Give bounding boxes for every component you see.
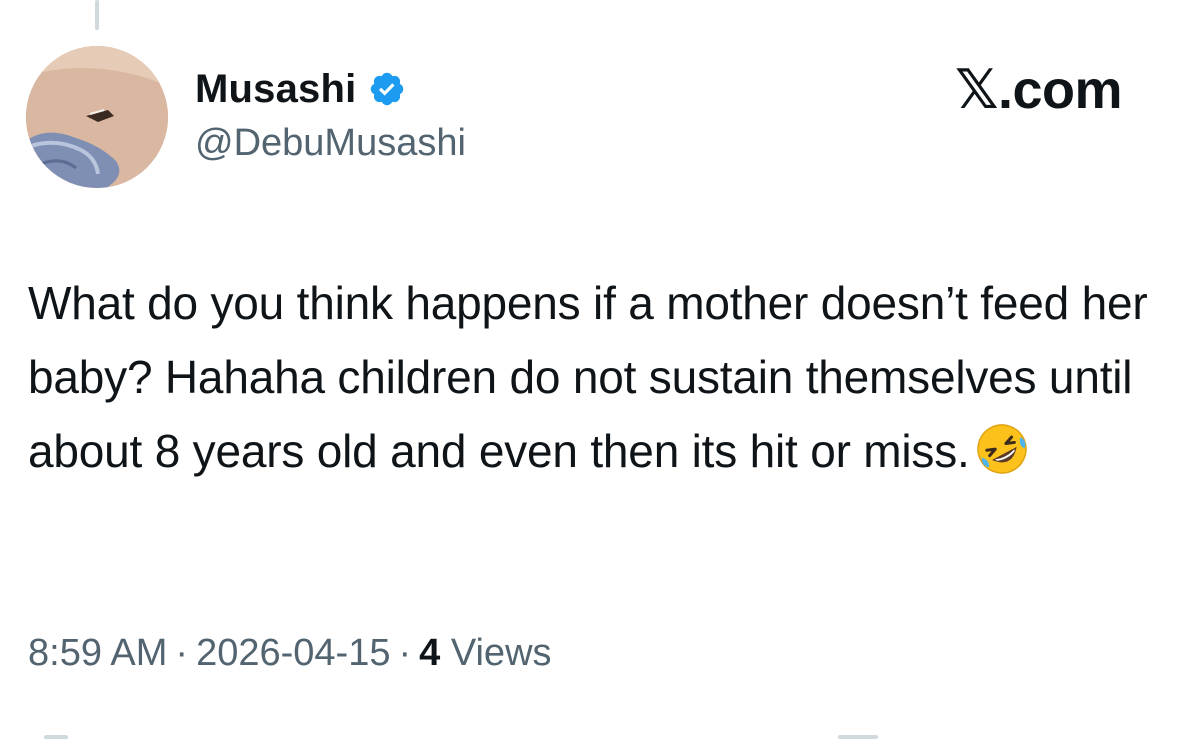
views-label[interactable]: Views: [451, 632, 552, 674]
author-handle[interactable]: @DebuMusashi: [195, 122, 466, 165]
rolling-on-floor-laughing-emoji-icon: [974, 421, 1030, 477]
avatar-photo-icon: [26, 46, 168, 188]
thread-connector-line: [95, 0, 99, 30]
action-bar-edge: [838, 735, 878, 739]
verified-badge-icon: [368, 70, 406, 108]
tweet-body: What do you think happens if a mother do…: [28, 266, 1148, 488]
tweet-metadata: 8:59 AM · 2026-04-15 · 4 Views: [28, 632, 552, 675]
action-bar-edge: [44, 735, 68, 739]
tweet-time[interactable]: 8:59 AM: [28, 632, 167, 674]
author-display-name[interactable]: Musashi: [195, 67, 356, 112]
author-name-row[interactable]: Musashi: [195, 62, 406, 116]
views-count[interactable]: 4: [419, 632, 440, 674]
meta-separator: ·: [398, 632, 412, 674]
meta-separator: ·: [175, 632, 189, 674]
tweet-date[interactable]: 2026-04-15: [196, 632, 390, 674]
x-com-logo[interactable]: 𝕏.com: [955, 58, 1123, 121]
avatar[interactable]: [26, 46, 168, 188]
